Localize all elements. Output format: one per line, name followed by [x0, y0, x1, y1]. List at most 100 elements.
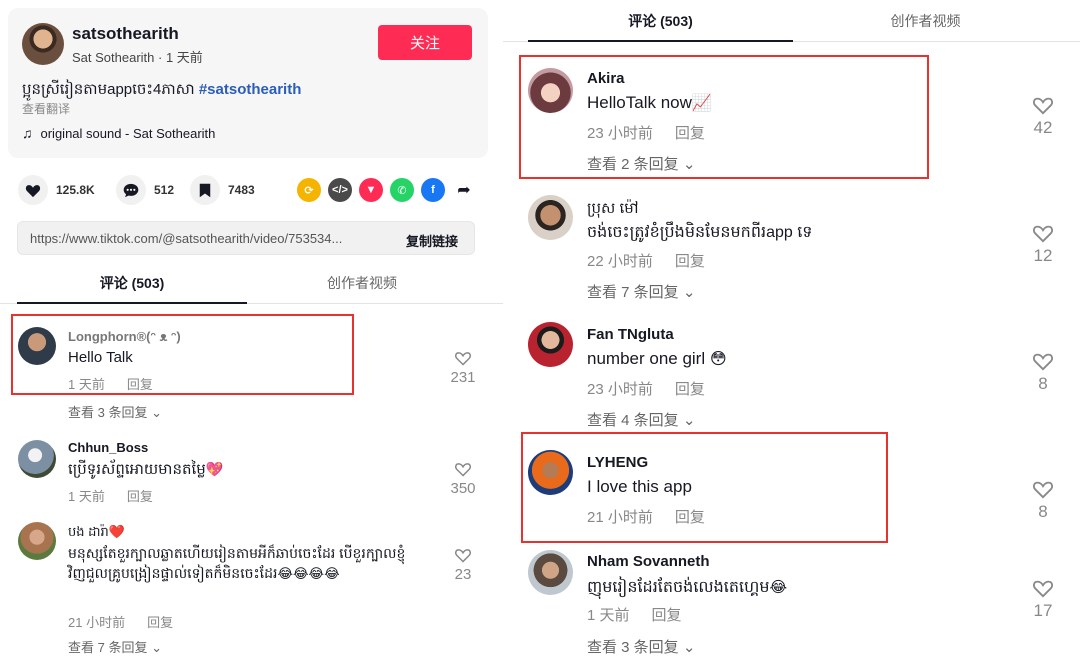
comment-text: I love this app — [587, 477, 692, 496]
right-tab-bar: 评论 (503) 创作者视频 — [503, 0, 1080, 42]
reply-button[interactable]: 回复 — [127, 377, 153, 392]
comment-like-button[interactable]: 12 — [1023, 223, 1063, 266]
comment-like-button[interactable]: 8 — [1023, 351, 1063, 394]
heart-icon — [18, 175, 48, 205]
comment-text: មនុស្សតែខួរក្បាលឆ្លាតហើយរៀនតាមអីក៏ឆាប់ចេ… — [68, 543, 438, 584]
heart-outline-icon — [455, 549, 471, 563]
embed-icon[interactable]: </> — [328, 178, 352, 202]
commenter-avatar[interactable] — [18, 440, 56, 478]
music-label: original sound - Sat Sothearith — [40, 126, 216, 141]
comment-like-count: 42 — [1033, 118, 1053, 137]
chevron-down-icon: ⌄ — [151, 640, 162, 655]
comment-text: ប្រើទូរស័ព្ទអោយមានតម្លៃ💖 — [68, 460, 224, 482]
comment-text-body: មនុស្សតែខួរក្បាលឆ្លាតហើយរៀនតាមអីក៏ឆាប់ចេ… — [68, 545, 406, 581]
highlight-box — [11, 314, 354, 395]
reply-button[interactable]: 回复 — [675, 509, 705, 526]
tab-creator-videos[interactable]: 创作者视频 — [247, 262, 477, 304]
post-card: satsothearith Sat Sothearith · 1 天前 关注 ប… — [8, 8, 488, 158]
comment-meta: 22 小时前 回复 — [587, 250, 705, 271]
comment-like-count: 12 — [1033, 246, 1053, 265]
comment-text: ចង់ចេះត្រូវខំប្រឹងមិនមែនមកពីរapp ទេ — [587, 224, 813, 241]
comment-action[interactable]: 512 — [116, 174, 174, 206]
comment-emoji: 😂 — [769, 579, 788, 596]
comment-emoji: 😂😂😂😂 — [277, 566, 340, 581]
video-url[interactable]: https://www.tiktok.com/@satsothearith/vi… — [30, 231, 380, 246]
see-translation-link[interactable]: 查看翻译 — [22, 100, 70, 117]
save-count: 7483 — [228, 183, 255, 197]
commenter-name[interactable]: បង ដារ៉ា❤️ — [68, 524, 125, 543]
comment-count: 512 — [154, 183, 175, 197]
comment-like-button[interactable]: 23 — [443, 547, 483, 583]
comment-like-button[interactable]: 350 — [443, 461, 483, 497]
reply-button[interactable]: 回复 — [675, 125, 705, 142]
tab-comments[interactable]: 评论 (503) — [17, 262, 247, 304]
music-line[interactable]: ♫ original sound - Sat Sothearith — [22, 125, 215, 141]
share-arrow-icon[interactable]: ➦ — [452, 178, 476, 202]
commenter-avatar[interactable] — [528, 195, 573, 240]
commenter-name[interactable]: Longphorn®(ᵔ ᴥ ᵔ) — [68, 329, 181, 344]
comment-time: 21 小时前 — [587, 509, 653, 526]
send-icon[interactable]: ▼ — [359, 178, 383, 202]
commenter-avatar[interactable] — [528, 550, 573, 595]
comment-time: 1 天前 — [68, 489, 105, 504]
view-replies-label: 查看 7 条回复 — [587, 284, 679, 301]
repost-icon[interactable]: ⟳ — [297, 178, 321, 202]
reply-button[interactable]: 回复 — [675, 253, 705, 270]
commenter-avatar[interactable] — [18, 327, 56, 365]
commenter-avatar[interactable] — [18, 522, 56, 560]
comment-meta: 23 小时前 回复 — [587, 378, 705, 399]
right-panel: 评论 (503) 创作者视频 Akira HelloTalk now📈 23 小… — [503, 0, 1080, 663]
comment-meta: 21 小时前 回复 — [68, 612, 173, 631]
comment-like-button[interactable]: 8 — [1023, 479, 1063, 522]
copy-link-button[interactable]: 复制链接 — [406, 231, 458, 250]
caption-hashtag[interactable]: #satsothearith — [199, 81, 302, 98]
commenter-avatar[interactable] — [528, 322, 573, 367]
tab-creator-videos[interactable]: 创作者视频 — [793, 0, 1058, 42]
left-tab-bar: 评论 (503) 创作者视频 — [0, 262, 503, 304]
tab-comments[interactable]: 评论 (503) — [528, 0, 793, 42]
comment-like-button[interactable]: 231 — [443, 350, 483, 386]
commenter-name[interactable]: Nham Sovanneth — [587, 553, 710, 570]
view-replies-link[interactable]: 查看 7 条回复 ⌄ — [587, 281, 695, 302]
comment-like-count: 231 — [450, 369, 476, 386]
heart-outline-icon — [1033, 225, 1053, 243]
heart-outline-icon — [1033, 97, 1053, 115]
commenter-name[interactable]: Fan TNgluta — [587, 326, 674, 343]
commenter-name[interactable]: Akira — [587, 70, 625, 87]
whatsapp-icon[interactable]: ✆ — [390, 178, 414, 202]
view-replies-link[interactable]: 查看 3 条回复 ⌄ — [68, 402, 162, 421]
reply-button[interactable]: 回复 — [652, 607, 682, 624]
commenter-name[interactable]: Chhun_Boss — [68, 440, 148, 455]
comment-meta: 1 天前 回复 — [587, 604, 682, 625]
reply-button[interactable]: 回复 — [127, 489, 153, 504]
view-replies-link[interactable]: 查看 3 条回复 ⌄ — [587, 636, 695, 657]
like-action[interactable]: 125.8K — [18, 174, 95, 206]
comment-like-count: 8 — [1038, 502, 1048, 521]
save-action[interactable]: 7483 — [190, 174, 255, 206]
reply-button[interactable]: 回复 — [675, 381, 705, 398]
active-tab-indicator — [528, 40, 793, 42]
commenter-avatar[interactable] — [528, 450, 573, 495]
view-replies-label: 查看 3 条回复 — [587, 639, 679, 656]
author-avatar[interactable] — [22, 23, 64, 65]
comment-text-body: number one girl — [587, 349, 706, 368]
author-name[interactable]: satsothearith — [72, 24, 179, 44]
action-bar: 125.8K 512 7483 ⟳ </> ▼ ✆ f ➦ — [18, 174, 478, 206]
commenter-avatar[interactable] — [528, 68, 573, 113]
comment-like-button[interactable]: 42 — [1023, 95, 1063, 138]
reply-button[interactable]: 回复 — [147, 615, 173, 630]
comment-text: number one girl 😳 — [587, 349, 727, 369]
commenter-name[interactable]: LYHENG — [587, 454, 648, 471]
facebook-icon[interactable]: f — [421, 178, 445, 202]
heart-outline-icon — [1033, 481, 1053, 499]
view-replies-link[interactable]: 查看 4 条回复 ⌄ — [587, 409, 695, 430]
view-replies-link[interactable]: 查看 7 条回复 ⌄ — [68, 637, 162, 656]
view-replies-link[interactable]: 查看 2 条回复 ⌄ — [587, 153, 695, 174]
comment-time: 1 天前 — [68, 377, 105, 392]
active-tab-indicator — [17, 302, 247, 304]
heart-outline-icon — [455, 352, 471, 366]
commenter-name[interactable]: ប្រុស ម៉ៅ — [587, 199, 638, 221]
follow-button[interactable]: 关注 — [378, 25, 472, 60]
left-panel: satsothearith Sat Sothearith · 1 天前 关注 ប… — [0, 0, 503, 663]
comment-like-button[interactable]: 17 — [1023, 578, 1063, 621]
